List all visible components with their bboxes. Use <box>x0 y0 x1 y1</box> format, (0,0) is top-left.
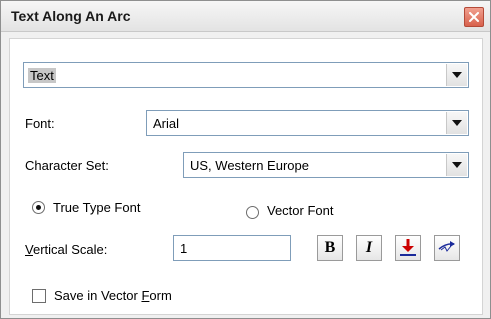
font-combo[interactable]: Arial <box>146 110 469 136</box>
text-combo-dropdown-button[interactable] <box>446 64 467 86</box>
save-vector-label[interactable]: Save in Vector Form <box>54 288 172 303</box>
vertical-scale-mnemonic: V <box>25 242 33 257</box>
title-bar[interactable]: Text Along An Arc <box>1 1 490 32</box>
text-arc-icon <box>437 237 457 260</box>
true-type-radio[interactable] <box>32 201 45 214</box>
true-type-label[interactable]: True Type Font <box>53 200 140 215</box>
vertical-scale-value: 1 <box>180 241 188 256</box>
radio-selected-dot <box>36 205 41 210</box>
charset-combo[interactable]: US, Western Europe <box>183 152 469 178</box>
vector-font-radio[interactable] <box>246 206 259 219</box>
font-combo-value: Arial <box>153 116 180 131</box>
dialog-window: Text Along An Arc Text Font: Arial Chara… <box>0 0 491 319</box>
chevron-down-icon <box>452 72 462 78</box>
text-arc-button[interactable] <box>434 235 460 261</box>
save-vector-label-prefix: Save in Vector <box>54 288 142 303</box>
bold-icon: B <box>324 239 336 256</box>
bold-button[interactable]: B <box>317 235 343 261</box>
charset-dropdown-button[interactable] <box>446 154 467 176</box>
italic-icon: I <box>365 239 373 256</box>
font-dropdown-button[interactable] <box>446 112 467 134</box>
dialog-content: Text Font: Arial Character Set: US, West… <box>9 38 483 315</box>
save-vector-label-rest: orm <box>149 288 172 303</box>
font-label: Font: <box>25 116 55 131</box>
text-combo-value: Text <box>28 68 56 83</box>
chevron-down-icon <box>452 120 462 126</box>
italic-button[interactable]: I <box>356 235 382 261</box>
vertical-scale-label-rest: ertical Scale: <box>32 242 108 257</box>
vertical-scale-input[interactable]: 1 <box>173 235 291 261</box>
vertical-scale-label: Vertical Scale: <box>25 242 107 257</box>
align-bottom-button[interactable] <box>395 235 421 261</box>
charset-combo-value: US, Western Europe <box>190 158 309 173</box>
close-icon <box>469 10 479 25</box>
align-bottom-icon <box>398 237 418 260</box>
window-title: Text Along An Arc <box>11 8 131 24</box>
charset-label: Character Set: <box>25 158 109 173</box>
save-vector-checkbox[interactable] <box>32 289 46 303</box>
chevron-down-icon <box>452 162 462 168</box>
vector-font-label[interactable]: Vector Font <box>267 203 333 218</box>
close-button[interactable] <box>464 7 484 27</box>
text-combo[interactable]: Text <box>23 62 469 88</box>
